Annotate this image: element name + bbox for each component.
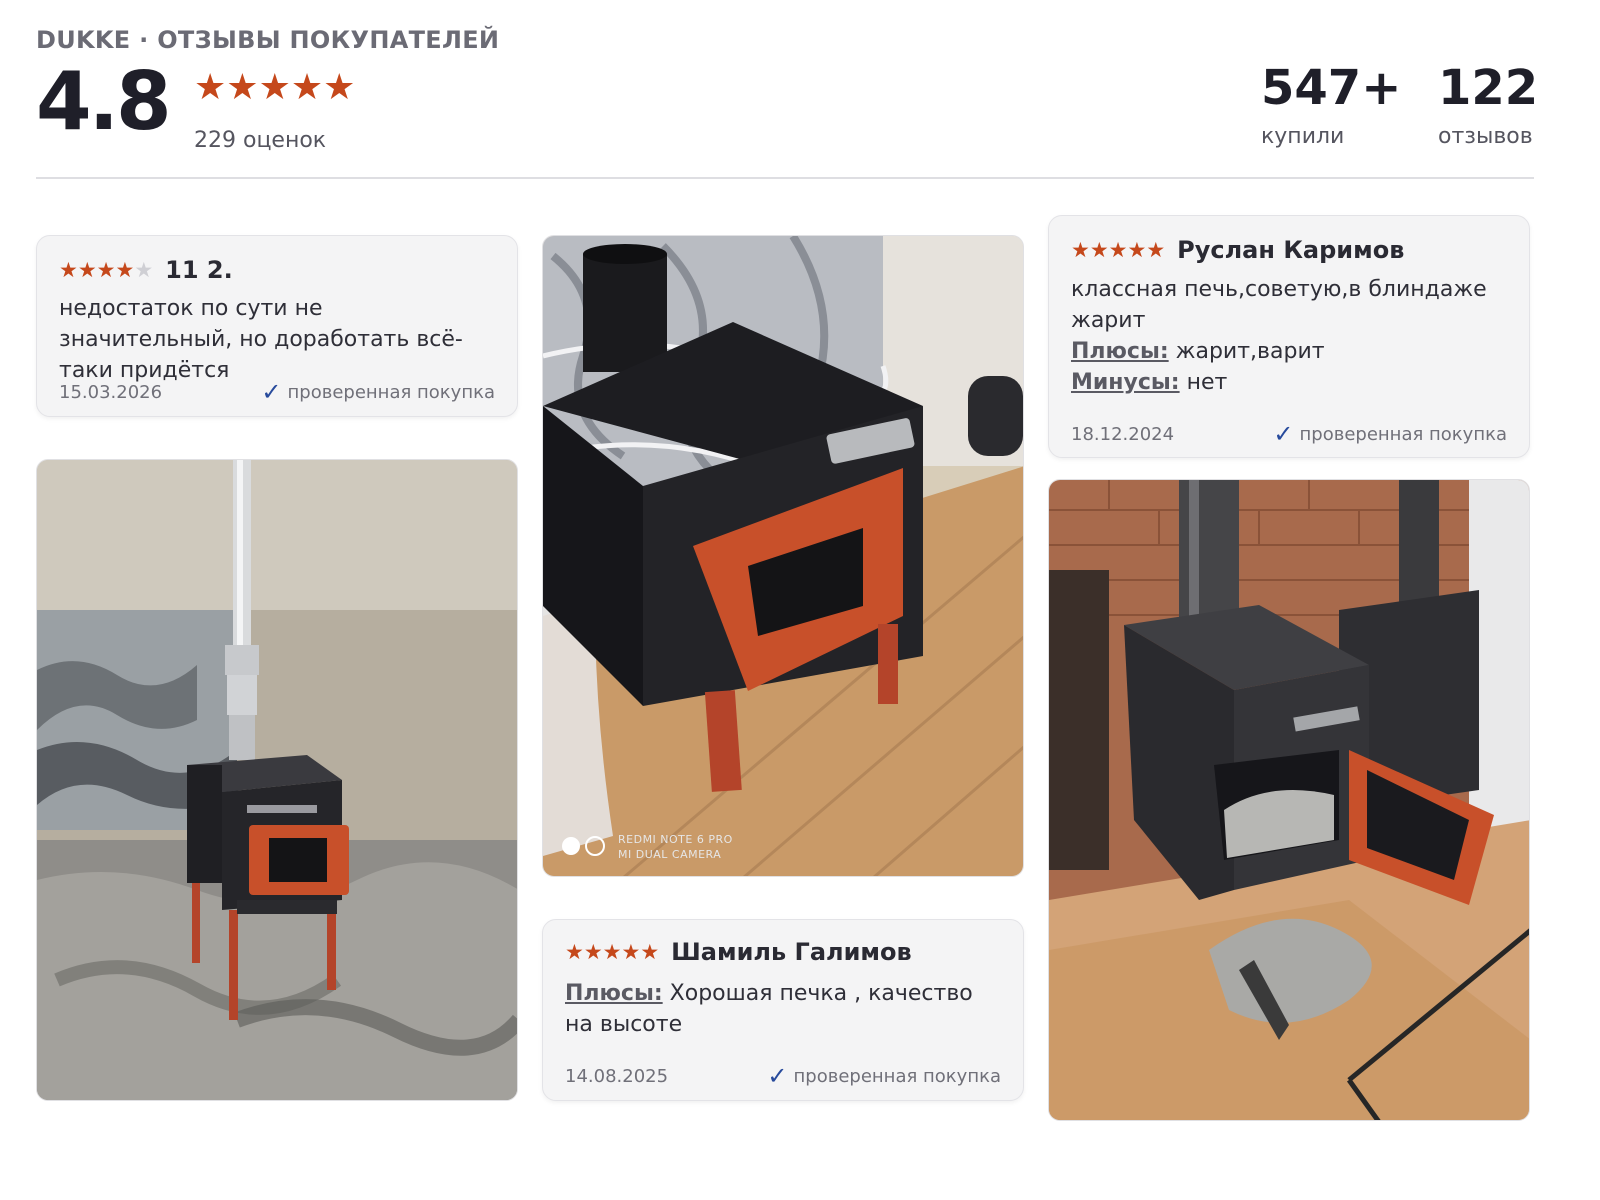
star-icon: ★ <box>583 939 603 964</box>
star-icon: ★ <box>96 257 116 282</box>
pros-label: Плюсы: <box>1071 339 1169 364</box>
camera-watermark-line1: REDMI NOTE 6 PRO <box>618 833 733 846</box>
review-photo[interactable] <box>1048 479 1530 1121</box>
cons-text: нет <box>1186 370 1228 395</box>
verified-label: проверенная покупка <box>1299 423 1507 445</box>
camera-watermark-line2: MI DUAL CAMERA <box>618 848 722 861</box>
review-stars: ★★★★★ <box>565 939 660 964</box>
checkmark-icon: ✓ <box>1273 420 1294 448</box>
review-card[interactable]: ★★★★★ 11 2. недостаток по сути не значит… <box>36 235 518 417</box>
verified-badge: ✓ проверенная покупка <box>767 1064 1001 1088</box>
review-date: 14.08.2025 <box>565 1065 669 1087</box>
star-icon: ★ <box>77 257 97 282</box>
review-text: классная печь,советую,в блиндаже жарит <box>1071 277 1487 333</box>
reviews-stat: 122 отзывов <box>1438 64 1538 149</box>
review-author: Шамиль Галимов <box>671 938 912 966</box>
star-icon: ★ <box>290 67 324 108</box>
verified-label: проверенная покупка <box>793 1065 1001 1087</box>
star-icon: ★ <box>59 257 78 282</box>
review-body: классная печь,советую,в блиндаже жарит П… <box>1071 274 1511 398</box>
header-divider <box>36 177 1534 179</box>
star-icon: ★ <box>621 939 641 964</box>
bought-label: купили <box>1261 124 1345 149</box>
star-icon: ★ <box>1146 237 1166 262</box>
review-text: недостаток по сути не значительный, но д… <box>59 296 463 383</box>
star-icon: ★ <box>640 939 660 964</box>
camera-watermark: REDMI NOTE 6 PRO MI DUAL CAMERA <box>618 832 733 862</box>
star-icon: ★ <box>1127 237 1147 262</box>
review-pros: Плюсы: жарит,варит <box>1071 336 1511 367</box>
star-icon: ★ <box>1071 237 1090 262</box>
average-rating: 4.8 <box>36 55 172 148</box>
review-date: 15.03.2026 <box>59 381 163 403</box>
star-icon: ★ <box>1089 237 1109 262</box>
stove-floor-photo <box>543 236 1023 876</box>
review-stars: ★★★★★ <box>59 257 154 282</box>
star-icon: ★ <box>565 939 584 964</box>
review-photo[interactable]: REDMI NOTE 6 PRO MI DUAL CAMERA <box>542 235 1024 877</box>
stove-room-photo <box>37 460 517 1100</box>
star-empty-icon: ★ <box>134 257 154 282</box>
review-author: 11 2. <box>165 256 233 284</box>
reviews-header: DUKKE · ОТЗЫВЫ ПОКУПАТЕЛЕЙ 4.8 ★★★★★ 229… <box>36 24 1538 180</box>
reviews-label: отзывов <box>1438 124 1533 149</box>
star-icon: ★ <box>323 67 356 108</box>
review-photo[interactable] <box>36 459 518 1101</box>
review-pros: Плюсы: Хорошая печка , качество на высот… <box>565 978 1005 1040</box>
verified-badge: ✓ проверенная покупка <box>261 380 495 404</box>
review-cons: Минусы: нет <box>1071 367 1511 398</box>
star-icon: ★ <box>115 257 135 282</box>
star-icon: ★ <box>194 67 227 108</box>
review-card[interactable]: ★★★★★ Шамиль Галимов Плюсы: Хорошая печк… <box>542 919 1024 1101</box>
verified-label: проверенная покупка <box>287 381 495 403</box>
bought-stat: 547+ купили <box>1261 64 1401 149</box>
pros-label: Плюсы: <box>565 981 663 1006</box>
cons-label: Минусы: <box>1071 370 1180 395</box>
review-stars: ★★★★★ <box>1071 237 1166 262</box>
star-icon: ★ <box>602 939 622 964</box>
average-rating-stars: ★★★★★ <box>194 70 355 106</box>
ratings-count: 229 оценок <box>194 128 327 153</box>
star-icon: ★ <box>1108 237 1128 262</box>
bought-value: 547+ <box>1261 60 1402 116</box>
verified-badge: ✓ проверенная покупка <box>1273 422 1507 446</box>
checkmark-icon: ✓ <box>767 1062 788 1090</box>
reviews-value: 122 <box>1438 60 1539 116</box>
star-icon: ★ <box>226 67 259 108</box>
review-card[interactable]: ★★★★★ Руслан Каримов классная печь,совет… <box>1048 215 1530 458</box>
review-author: Руслан Каримов <box>1177 236 1405 264</box>
brand-title: DUKKE · ОТЗЫВЫ ПОКУПАТЕЛЕЙ <box>36 26 500 54</box>
star-icon: ★ <box>258 67 291 108</box>
checkmark-icon: ✓ <box>261 378 282 406</box>
review-date: 18.12.2024 <box>1071 423 1175 445</box>
pros-text: жарит,варит <box>1175 339 1325 364</box>
stoves-ash-photo <box>1049 480 1529 1120</box>
